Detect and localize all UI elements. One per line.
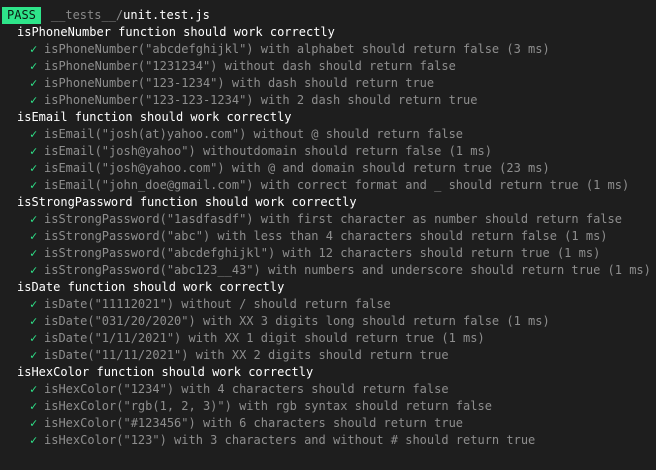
suite-title: isPhoneNumber function should work corre…	[17, 25, 335, 39]
checkmark-icon: ✓	[30, 178, 38, 192]
checkmark-icon: ✓	[30, 76, 38, 90]
checkmark-icon: ✓	[30, 263, 38, 277]
test-description: isDate("11/11/2021") with XX 2 digits sh…	[44, 348, 449, 362]
suite-title: isStrongPassword function should work co…	[17, 195, 357, 209]
test-description: isPhoneNumber("abcdefghijkl") with alpha…	[44, 42, 550, 56]
test-result-line: ✓ isHexColor("123") with 3 characters and…	[30, 432, 656, 449]
suite-title: isHexColor function should work correctl…	[17, 365, 314, 379]
test-result-line: ✓ isHexColor("#123456") with 6 characters…	[30, 415, 656, 432]
checkmark-icon: ✓	[30, 314, 38, 328]
test-result-line: ✓ isPhoneNumber("abcdefghijkl") with alph…	[30, 41, 656, 58]
test-result-line: ✓ isDate("1/11/2021") with XX 1 digit sho…	[30, 330, 656, 347]
test-result-line: ✓ isStrongPassword("1asdfasdf") with firs…	[30, 211, 656, 228]
test-description: isStrongPassword("abc") with less than 4…	[44, 229, 608, 243]
test-description: isHexColor("1234") with 4 characters sho…	[44, 382, 449, 396]
checkmark-icon: ✓	[30, 93, 38, 107]
test-description: isPhoneNumber("1231234") without dash sh…	[44, 59, 456, 73]
test-description: isHexColor("rgb(1, 2, 3)") with rgb synt…	[44, 399, 492, 413]
test-description: isStrongPassword("1asdfasdf") with first…	[44, 212, 622, 226]
test-result-line: ✓ isEmail("john_doe@gmail.com") with corr…	[30, 177, 656, 194]
test-result-line: ✓ isStrongPassword("abc") with less than …	[30, 228, 656, 245]
test-result-line: ✓ isPhoneNumber("123-1234") with dash sho…	[30, 75, 656, 92]
suite-title: isDate function should work correctly	[17, 280, 285, 294]
test-suite-isemail: isEmail function should work correctly ✓…	[0, 109, 656, 194]
test-result-line: ✓ isHexColor("rgb(1, 2, 3)") with rgb syn…	[30, 398, 656, 415]
checkmark-icon: ✓	[30, 382, 38, 396]
test-suite-isstrongpassword: isStrongPassword function should work co…	[0, 194, 656, 279]
test-result-line: ✓ isHexColor("1234") with 4 characters sh…	[30, 381, 656, 398]
test-file-name: unit.test.js	[123, 8, 210, 22]
test-description: isDate("1/11/2021") with XX 1 digit shou…	[44, 331, 485, 345]
test-description: isEmail("john_doe@gmail.com") with corre…	[44, 178, 630, 192]
test-description: isDate("031/20/2020") with XX 3 digits l…	[44, 314, 550, 328]
test-description: isStrongPassword("abc123__43") with numb…	[44, 263, 651, 277]
terminal-output: PASS __tests__/unit.test.js isPhoneNumber…	[0, 0, 656, 470]
test-result-line: ✓ isPhoneNumber("123-123-1234") with 2 da…	[30, 92, 656, 109]
test-description: isHexColor("123") with 3 characters and …	[44, 433, 536, 447]
test-suite-isdate: isDate function should work correctly ✓ i…	[0, 279, 656, 364]
test-suite-ishexcolor: isHexColor function should work correctl…	[0, 364, 656, 449]
test-result-line: ✓ isEmail("josh@yahoo.com") with @ and do…	[30, 160, 656, 177]
checkmark-icon: ✓	[30, 246, 38, 260]
test-description: isEmail("josh(at)yahoo.com") without @ s…	[44, 127, 464, 141]
test-description: isEmail("josh@yahoo") withoutdomain shou…	[44, 144, 492, 158]
suite-title: isEmail function should work correctly	[17, 110, 292, 124]
checkmark-icon: ✓	[30, 212, 38, 226]
test-description: isStrongPassword("abcdefghijkl") with 12…	[44, 246, 601, 260]
checkmark-icon: ✓	[30, 161, 38, 175]
checkmark-icon: ✓	[30, 416, 38, 430]
test-result-line: ✓ isStrongPassword("abcdefghijkl") with 1…	[30, 245, 656, 262]
checkmark-icon: ✓	[30, 144, 38, 158]
test-file-directory: __tests__/	[50, 8, 124, 22]
test-result-line: ✓ isDate("031/20/2020") with XX 3 digits …	[30, 313, 656, 330]
test-description: isHexColor("#123456") with 6 characters …	[44, 416, 464, 430]
checkmark-icon: ✓	[30, 399, 38, 413]
test-description: isEmail("josh@yahoo.com") with @ and dom…	[44, 161, 550, 175]
checkmark-icon: ✓	[30, 229, 38, 243]
checkmark-icon: ✓	[30, 433, 38, 447]
test-file-header: PASS __tests__/unit.test.js	[2, 7, 656, 24]
checkmark-icon: ✓	[30, 331, 38, 345]
test-description: isPhoneNumber("123-1234") with dash shou…	[44, 76, 435, 90]
test-description: isDate("11112021") without / should retu…	[44, 297, 391, 311]
checkmark-icon: ✓	[30, 127, 38, 141]
pass-badge: PASS	[2, 7, 41, 24]
test-result-line: ✓ isStrongPassword("abc123__43") with num…	[30, 262, 656, 279]
checkmark-icon: ✓	[30, 59, 38, 73]
test-result-line: ✓ isDate("11112021") without / should ret…	[30, 296, 656, 313]
checkmark-icon: ✓	[30, 297, 38, 311]
test-suite-isphonenumber: isPhoneNumber function should work corre…	[0, 24, 656, 109]
test-result-line: ✓ isDate("11/11/2021") with XX 2 digits s…	[30, 347, 656, 364]
test-result-line: ✓ isPhoneNumber("1231234") without dash s…	[30, 58, 656, 75]
test-result-line: ✓ isEmail("josh@yahoo") withoutdomain sho…	[30, 143, 656, 160]
checkmark-icon: ✓	[30, 348, 38, 362]
checkmark-icon: ✓	[30, 42, 38, 56]
test-result-line: ✓ isEmail("josh(at)yahoo.com") without @ …	[30, 126, 656, 143]
test-description: isPhoneNumber("123-123-1234") with 2 das…	[44, 93, 478, 107]
